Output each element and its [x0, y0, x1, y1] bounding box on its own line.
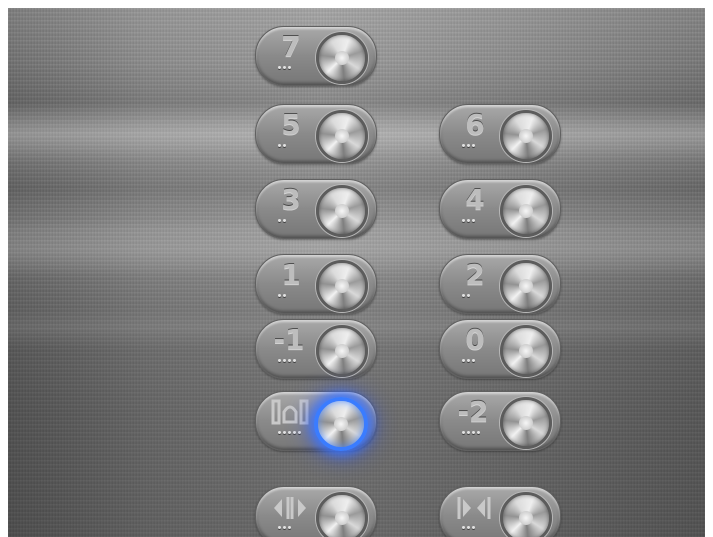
- push-button-disc[interactable]: [316, 185, 368, 237]
- braille-dots: [278, 66, 291, 69]
- braille-dots: [278, 144, 286, 147]
- floor-label: 3: [281, 183, 301, 216]
- floor-label: -1: [273, 323, 305, 356]
- braille-dots: [278, 294, 286, 297]
- braille-dots: [462, 144, 475, 147]
- push-button-disc[interactable]: [314, 397, 368, 451]
- braille-dots: [462, 526, 475, 529]
- elevator-panel-photo: 7 5 6 3 4 1 2 -1 0 -2: [8, 8, 705, 537]
- alarm-button[interactable]: [255, 391, 377, 451]
- braille-dots: [278, 219, 286, 222]
- floor-label: 5: [281, 108, 301, 141]
- push-button-disc[interactable]: [316, 32, 368, 84]
- push-button-disc[interactable]: [500, 397, 552, 449]
- push-button-disc[interactable]: [500, 185, 552, 237]
- floor-label: 2: [465, 258, 485, 291]
- braille-dots: [278, 431, 301, 434]
- push-button-disc[interactable]: [500, 260, 552, 312]
- braille-dots: [462, 294, 470, 297]
- push-button-disc[interactable]: [500, 492, 552, 537]
- floor-6-button[interactable]: 6: [439, 104, 561, 164]
- floor-2-button[interactable]: 2: [439, 254, 561, 314]
- alarm-bell-icon: [270, 398, 310, 433]
- push-button-disc[interactable]: [316, 260, 368, 312]
- push-button-disc[interactable]: [316, 110, 368, 162]
- push-button-disc[interactable]: [316, 325, 368, 377]
- floor-3-button[interactable]: 3: [255, 179, 377, 239]
- floor-label: 1: [281, 258, 301, 291]
- push-button-disc[interactable]: [500, 325, 552, 377]
- braille-dots: [278, 359, 296, 362]
- floor-0-button[interactable]: 0: [439, 319, 561, 379]
- floor-label: 4: [465, 183, 485, 216]
- floor-4-button[interactable]: 4: [439, 179, 561, 239]
- braille-dots: [462, 219, 475, 222]
- floor-label: -2: [457, 395, 489, 428]
- door-open-button[interactable]: [255, 486, 377, 537]
- door-close-icon: [454, 493, 494, 528]
- floor-5-button[interactable]: 5: [255, 104, 377, 164]
- floor-7-button[interactable]: 7: [255, 26, 377, 86]
- floor-minus-1-button[interactable]: -1: [255, 319, 377, 379]
- push-button-disc[interactable]: [316, 492, 368, 537]
- floor-label: 0: [465, 323, 485, 356]
- floor-minus-2-button[interactable]: -2: [439, 391, 561, 451]
- floor-label: 7: [281, 30, 301, 63]
- braille-dots: [462, 431, 480, 434]
- door-open-icon: [270, 493, 310, 528]
- push-button-disc[interactable]: [500, 110, 552, 162]
- door-close-button[interactable]: [439, 486, 561, 537]
- braille-dots: [462, 359, 475, 362]
- floor-1-button[interactable]: 1: [255, 254, 377, 314]
- braille-dots: [278, 526, 291, 529]
- floor-label: 6: [465, 108, 485, 141]
